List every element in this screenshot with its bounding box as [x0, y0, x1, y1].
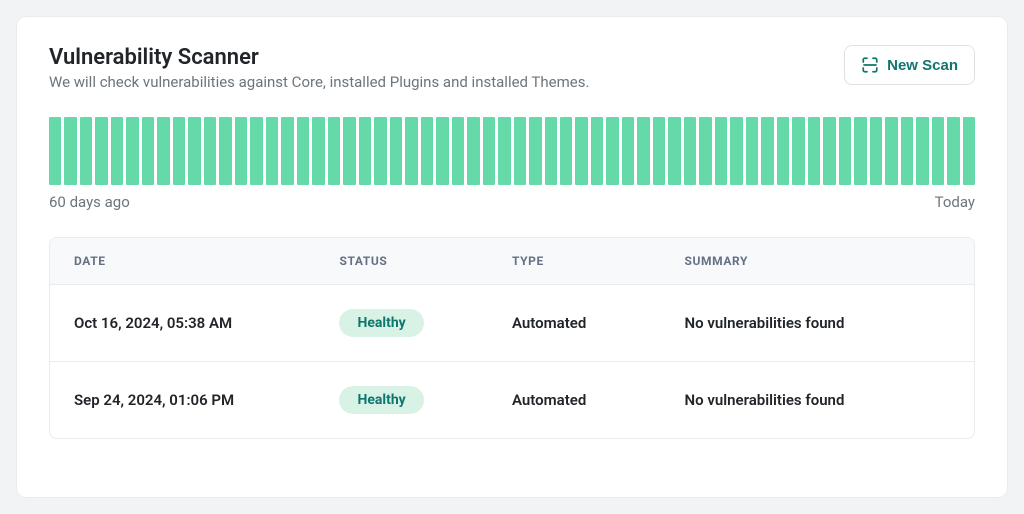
col-summary: SUMMARY	[685, 254, 950, 268]
timeline-bar[interactable]	[64, 117, 76, 185]
timeline-bar[interactable]	[963, 117, 975, 185]
page-title: Vulnerability Scanner	[49, 45, 589, 70]
timeline-bar[interactable]	[684, 117, 696, 185]
timeline-bar[interactable]	[591, 117, 603, 185]
timeline-bar[interactable]	[157, 117, 169, 185]
timeline-bar[interactable]	[746, 117, 758, 185]
col-status: STATUS	[339, 254, 512, 268]
timeline-bar[interactable]	[328, 117, 340, 185]
timeline-bar[interactable]	[777, 117, 789, 185]
table-header: DATE STATUS TYPE SUMMARY	[50, 238, 974, 285]
cell-date: Sep 24, 2024, 01:06 PM	[74, 391, 339, 409]
header-row: Vulnerability Scanner We will check vuln…	[49, 45, 975, 91]
table-body: Oct 16, 2024, 05:38 AMHealthyAutomatedNo…	[50, 285, 974, 438]
timeline-bar[interactable]	[575, 117, 587, 185]
timeline-bar[interactable]	[235, 117, 247, 185]
cell-type: Automated	[512, 391, 685, 409]
timeline-bar[interactable]	[622, 117, 634, 185]
timeline-bar[interactable]	[916, 117, 928, 185]
timeline-bar[interactable]	[405, 117, 417, 185]
timeline-bar[interactable]	[452, 117, 464, 185]
cell-status: Healthy	[339, 309, 512, 337]
col-type: TYPE	[512, 254, 685, 268]
timeline-bar[interactable]	[95, 117, 107, 185]
cell-summary: No vulnerabilities found	[685, 391, 950, 409]
timeline-bar[interactable]	[854, 117, 866, 185]
timeline-bar[interactable]	[699, 117, 711, 185]
timeline-bar[interactable]	[606, 117, 618, 185]
timeline-bar[interactable]	[545, 117, 557, 185]
timeline-bar[interactable]	[653, 117, 665, 185]
timeline-bar[interactable]	[142, 117, 154, 185]
timeline-bar[interactable]	[715, 117, 727, 185]
col-date: DATE	[74, 254, 339, 268]
timeline-bar[interactable]	[514, 117, 526, 185]
page-subtitle: We will check vulnerabilities against Co…	[49, 73, 589, 91]
table-row[interactable]: Oct 16, 2024, 05:38 AMHealthy AutomatedNo…	[50, 285, 974, 362]
timeline-bar[interactable]	[374, 117, 386, 185]
timeline-bar[interactable]	[436, 117, 448, 185]
timeline-bar[interactable]	[343, 117, 355, 185]
timeline-bar[interactable]	[823, 117, 835, 185]
timeline-bar[interactable]	[529, 117, 541, 185]
timeline-bar[interactable]	[808, 117, 820, 185]
cell-summary: No vulnerabilities found	[685, 314, 950, 332]
timeline-bar[interactable]	[297, 117, 309, 185]
timeline-bar[interactable]	[421, 117, 433, 185]
timeline-bar[interactable]	[219, 117, 231, 185]
cell-date: Oct 16, 2024, 05:38 AM	[74, 314, 339, 332]
timeline-bar[interactable]	[483, 117, 495, 185]
timeline-left-label: 60 days ago	[49, 193, 130, 211]
timeline-bar[interactable]	[637, 117, 649, 185]
header-text: Vulnerability Scanner We will check vuln…	[49, 45, 589, 91]
timeline-bar[interactable]	[359, 117, 371, 185]
timeline-bars	[49, 117, 975, 185]
timeline-bar[interactable]	[467, 117, 479, 185]
timeline-bar[interactable]	[932, 117, 944, 185]
timeline-bar[interactable]	[204, 117, 216, 185]
timeline-bar[interactable]	[498, 117, 510, 185]
timeline-bar[interactable]	[901, 117, 913, 185]
timeline-bar[interactable]	[390, 117, 402, 185]
status-badge: Healthy	[339, 386, 423, 414]
timeline-bar[interactable]	[266, 117, 278, 185]
timeline-range: 60 days ago Today	[49, 193, 975, 211]
scanner-card: Vulnerability Scanner We will check vuln…	[16, 16, 1008, 498]
new-scan-label: New Scan	[887, 57, 958, 74]
timeline-bar[interactable]	[312, 117, 324, 185]
timeline-bar[interactable]	[730, 117, 742, 185]
timeline-bar[interactable]	[281, 117, 293, 185]
timeline-bar[interactable]	[668, 117, 680, 185]
timeline-right-label: Today	[935, 193, 975, 211]
timeline-bar[interactable]	[947, 117, 959, 185]
scan-icon	[861, 56, 879, 74]
timeline-bar[interactable]	[792, 117, 804, 185]
cell-type: Automated	[512, 314, 685, 332]
timeline-bar[interactable]	[839, 117, 851, 185]
timeline-bar[interactable]	[49, 117, 61, 185]
timeline-bar[interactable]	[870, 117, 882, 185]
timeline-bar[interactable]	[126, 117, 138, 185]
table-row[interactable]: Sep 24, 2024, 01:06 PMHealthy AutomatedNo…	[50, 362, 974, 438]
cell-status: Healthy	[339, 386, 512, 414]
timeline-bar[interactable]	[111, 117, 123, 185]
timeline-bar[interactable]	[80, 117, 92, 185]
timeline-bar[interactable]	[173, 117, 185, 185]
timeline-bar[interactable]	[560, 117, 572, 185]
timeline-bar[interactable]	[885, 117, 897, 185]
new-scan-button[interactable]: New Scan	[844, 45, 975, 85]
timeline-bar[interactable]	[188, 117, 200, 185]
status-badge: Healthy	[339, 309, 423, 337]
timeline-bar[interactable]	[761, 117, 773, 185]
timeline-bar[interactable]	[250, 117, 262, 185]
scan-table: DATE STATUS TYPE SUMMARY Oct 16, 2024, 0…	[49, 237, 975, 439]
